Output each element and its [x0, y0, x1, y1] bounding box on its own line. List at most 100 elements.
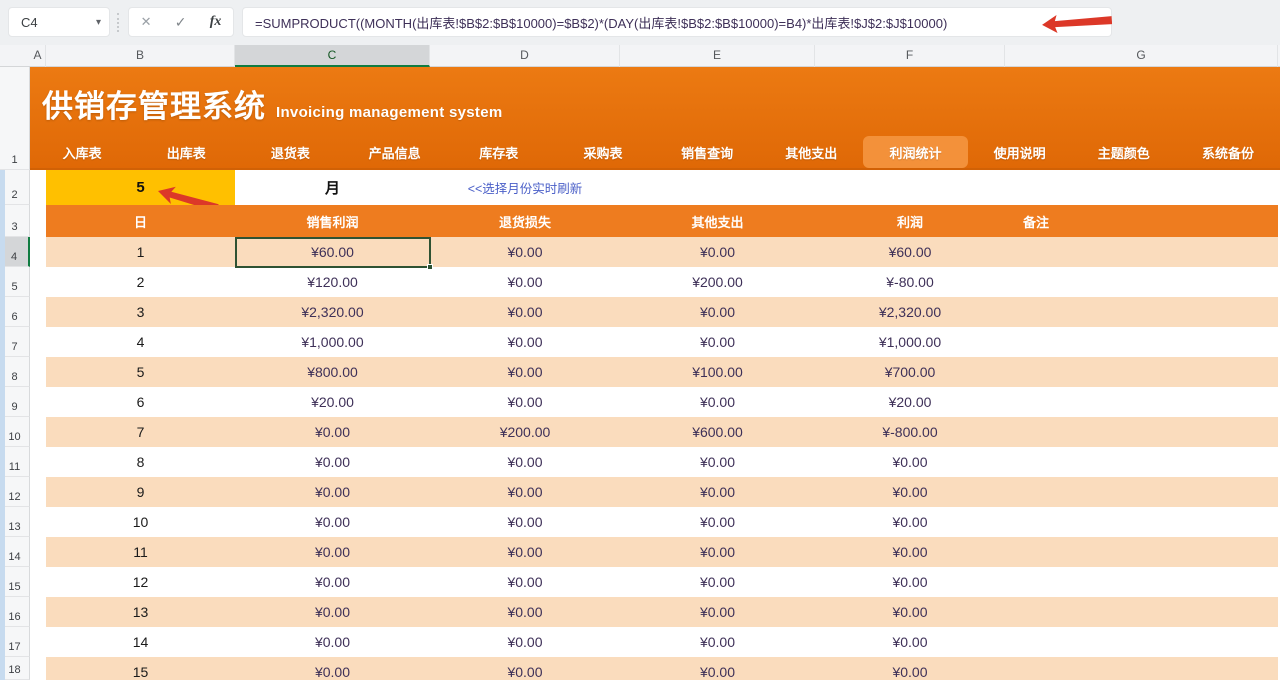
column-header[interactable]: D: [430, 45, 620, 67]
profit-cell[interactable]: ¥2,320.00: [815, 297, 1005, 327]
return-loss-cell[interactable]: ¥0.00: [430, 267, 620, 297]
day-cell[interactable]: 5: [46, 357, 235, 387]
day-cell[interactable]: 8: [46, 447, 235, 477]
nav-tab[interactable]: 其他支出: [759, 136, 863, 168]
profit-cell[interactable]: ¥0.00: [815, 597, 1005, 627]
profit-cell[interactable]: ¥0.00: [815, 627, 1005, 657]
note-cell[interactable]: [1005, 237, 1278, 267]
return-loss-cell[interactable]: ¥0.00: [430, 447, 620, 477]
note-cell[interactable]: [1005, 357, 1278, 387]
nav-tab[interactable]: 产品信息: [343, 136, 447, 168]
note-cell[interactable]: [1005, 297, 1278, 327]
column-header[interactable]: G: [1005, 45, 1278, 67]
nav-tab[interactable]: 使用说明: [968, 136, 1072, 168]
other-expense-cell[interactable]: ¥200.00: [620, 267, 815, 297]
nav-tab[interactable]: 库存表: [447, 136, 551, 168]
profit-cell[interactable]: ¥60.00: [815, 237, 1005, 267]
nav-tab[interactable]: 退货表: [238, 136, 342, 168]
sales-profit-cell[interactable]: ¥2,320.00: [235, 297, 430, 327]
other-expense-cell[interactable]: ¥0.00: [620, 567, 815, 597]
day-cell[interactable]: 1: [46, 237, 235, 267]
month-unit-cell[interactable]: 月: [235, 170, 430, 205]
return-loss-cell[interactable]: ¥0.00: [430, 357, 620, 387]
day-cell[interactable]: 12: [46, 567, 235, 597]
note-cell[interactable]: [1005, 627, 1278, 657]
formula-bar[interactable]: =SUMPRODUCT((MONTH(出库表!$B$2:$B$10000)=$B…: [242, 7, 1112, 37]
sales-profit-cell[interactable]: ¥0.00: [235, 537, 430, 567]
note-cell[interactable]: [1005, 657, 1278, 680]
confirm-icon[interactable]: ✓: [175, 14, 187, 31]
fill-handle[interactable]: [427, 264, 433, 270]
note-cell[interactable]: [1005, 447, 1278, 477]
other-expense-cell[interactable]: ¥0.00: [620, 477, 815, 507]
return-loss-cell[interactable]: ¥0.00: [430, 507, 620, 537]
other-expense-cell[interactable]: ¥0.00: [620, 297, 815, 327]
return-loss-cell[interactable]: ¥0.00: [430, 297, 620, 327]
day-cell[interactable]: 7: [46, 417, 235, 447]
profit-cell[interactable]: ¥0.00: [815, 657, 1005, 680]
other-expense-cell[interactable]: ¥0.00: [620, 327, 815, 357]
return-loss-cell[interactable]: ¥200.00: [430, 417, 620, 447]
other-expense-cell[interactable]: ¥0.00: [620, 507, 815, 537]
profit-cell[interactable]: ¥0.00: [815, 537, 1005, 567]
nav-tab[interactable]: 出库表: [134, 136, 238, 168]
profit-cell[interactable]: ¥700.00: [815, 357, 1005, 387]
sales-profit-cell[interactable]: ¥60.00: [235, 237, 430, 267]
day-cell[interactable]: 3: [46, 297, 235, 327]
other-expense-cell[interactable]: ¥0.00: [620, 657, 815, 680]
profit-cell[interactable]: ¥0.00: [815, 567, 1005, 597]
sales-profit-cell[interactable]: ¥0.00: [235, 417, 430, 447]
nav-tab[interactable]: 采购表: [551, 136, 655, 168]
day-cell[interactable]: 9: [46, 477, 235, 507]
sales-profit-cell[interactable]: ¥0.00: [235, 597, 430, 627]
day-cell[interactable]: 15: [46, 657, 235, 680]
other-expense-cell[interactable]: ¥600.00: [620, 417, 815, 447]
note-cell[interactable]: [1005, 537, 1278, 567]
sales-profit-cell[interactable]: ¥0.00: [235, 567, 430, 597]
profit-cell[interactable]: ¥20.00: [815, 387, 1005, 417]
return-loss-cell[interactable]: ¥0.00: [430, 387, 620, 417]
day-cell[interactable]: 2: [46, 267, 235, 297]
nav-tab[interactable]: 销售查询: [655, 136, 759, 168]
sales-profit-cell[interactable]: ¥800.00: [235, 357, 430, 387]
return-loss-cell[interactable]: ¥0.00: [430, 597, 620, 627]
return-loss-cell[interactable]: ¥0.00: [430, 327, 620, 357]
other-expense-cell[interactable]: ¥100.00: [620, 357, 815, 387]
return-loss-cell[interactable]: ¥0.00: [430, 237, 620, 267]
row-header[interactable]: 1: [0, 67, 30, 170]
sales-profit-cell[interactable]: ¥1,000.00: [235, 327, 430, 357]
note-cell[interactable]: [1005, 267, 1278, 297]
nav-tab[interactable]: 主题颜色: [1072, 136, 1176, 168]
note-cell[interactable]: [1005, 387, 1278, 417]
column-header[interactable]: C: [235, 45, 430, 67]
sales-profit-cell[interactable]: ¥0.00: [235, 447, 430, 477]
note-cell[interactable]: [1005, 417, 1278, 447]
profit-cell[interactable]: ¥0.00: [815, 447, 1005, 477]
profit-cell[interactable]: ¥0.00: [815, 507, 1005, 537]
return-loss-cell[interactable]: ¥0.00: [430, 477, 620, 507]
day-cell[interactable]: 14: [46, 627, 235, 657]
other-expense-cell[interactable]: ¥0.00: [620, 537, 815, 567]
other-expense-cell[interactable]: ¥0.00: [620, 447, 815, 477]
nav-tab[interactable]: 入库表: [30, 136, 134, 168]
note-cell[interactable]: [1005, 567, 1278, 597]
return-loss-cell[interactable]: ¥0.00: [430, 537, 620, 567]
profit-cell[interactable]: ¥1,000.00: [815, 327, 1005, 357]
day-cell[interactable]: 4: [46, 327, 235, 357]
nav-tab[interactable]: 利润统计: [863, 136, 967, 168]
return-loss-cell[interactable]: ¥0.00: [430, 567, 620, 597]
other-expense-cell[interactable]: ¥0.00: [620, 597, 815, 627]
day-cell[interactable]: 13: [46, 597, 235, 627]
column-header[interactable]: B: [46, 45, 235, 67]
sales-profit-cell[interactable]: ¥0.00: [235, 657, 430, 680]
profit-cell[interactable]: ¥0.00: [815, 477, 1005, 507]
column-header[interactable]: E: [620, 45, 815, 67]
day-cell[interactable]: 10: [46, 507, 235, 537]
sales-profit-cell[interactable]: ¥0.00: [235, 507, 430, 537]
other-expense-cell[interactable]: ¥0.00: [620, 237, 815, 267]
other-expense-cell[interactable]: ¥0.00: [620, 627, 815, 657]
day-cell[interactable]: 6: [46, 387, 235, 417]
sales-profit-cell[interactable]: ¥0.00: [235, 477, 430, 507]
column-header[interactable]: A: [30, 45, 46, 67]
return-loss-cell[interactable]: ¥0.00: [430, 657, 620, 680]
